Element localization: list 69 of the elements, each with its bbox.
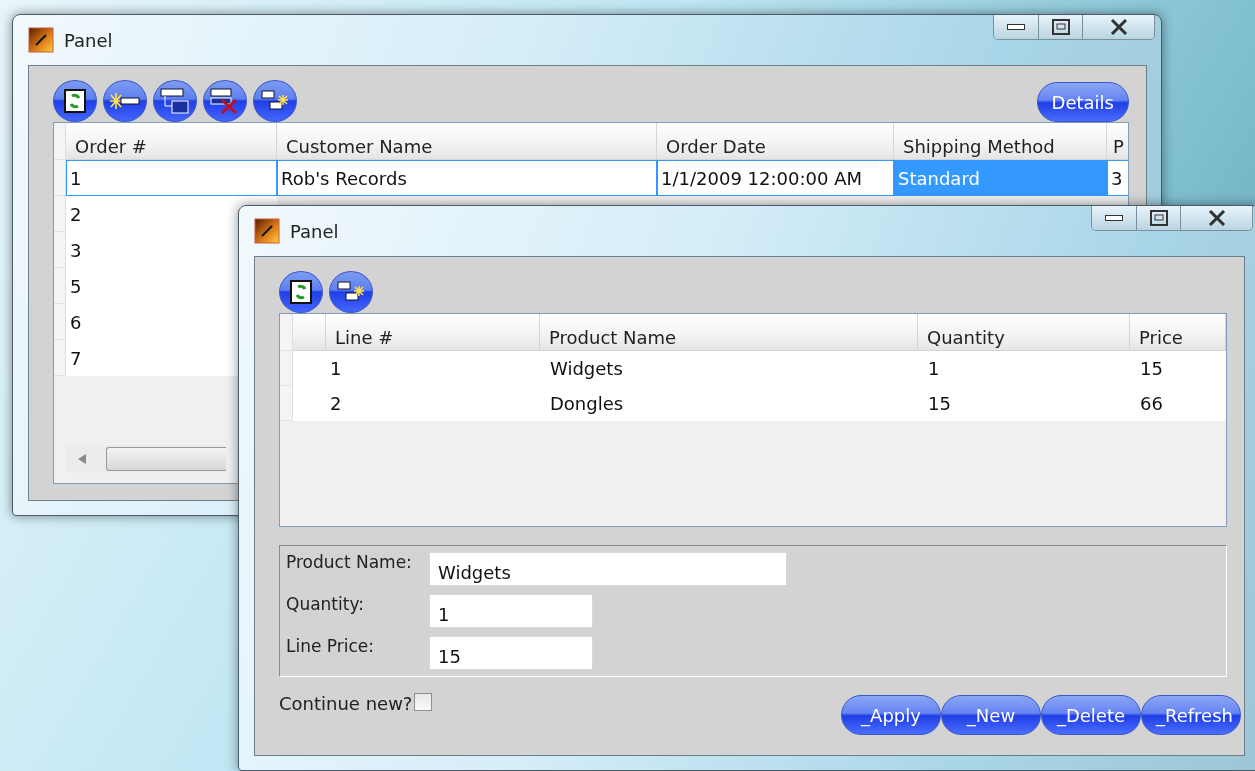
action-button[interactable]: _Apply	[841, 695, 941, 735]
checkbox-label: Continue new?	[279, 693, 413, 714]
field-label: Line Price:	[286, 636, 376, 656]
table-cell: 3	[1107, 160, 1128, 196]
input-field[interactable]: 1	[429, 594, 593, 628]
close-icon	[1109, 19, 1128, 35]
column-header[interactable]: Line #	[326, 314, 540, 351]
table-cell: 1/1/2009 12:00:00 AM	[657, 160, 894, 196]
window-title: Panel	[64, 29, 114, 51]
field-label: Product Name:	[286, 552, 413, 572]
table-cell: Widgets	[540, 351, 918, 386]
maximize-icon	[1051, 19, 1070, 35]
column-header[interactable]: Price	[1130, 314, 1226, 351]
table-cell: 15	[918, 386, 1130, 421]
details-button[interactable]: Details	[1036, 82, 1129, 122]
checkbox[interactable]	[414, 693, 433, 711]
app-icon	[254, 218, 280, 244]
action-button[interactable]: _Delete	[1041, 695, 1141, 735]
refresh-icon	[290, 280, 312, 304]
table-cell: 2	[326, 386, 540, 421]
app-icon	[28, 27, 54, 53]
toolbar-button[interactable]	[253, 80, 297, 122]
table-cell: 1	[918, 351, 1130, 386]
toolbar-button[interactable]	[329, 271, 373, 313]
toolbar-button[interactable]	[279, 271, 323, 313]
column-header[interactable]: Product Name	[540, 314, 918, 351]
table-cell: Standard	[894, 160, 1107, 196]
maximize-button[interactable]	[1136, 206, 1180, 230]
input-field[interactable]: 15	[429, 636, 593, 670]
copy-rows-icon	[337, 280, 365, 304]
delete-row-icon	[210, 88, 240, 114]
input-field[interactable]: Widgets	[429, 552, 787, 586]
action-button[interactable]: _Refresh	[1141, 695, 1241, 735]
window-title: Panel	[290, 220, 340, 242]
column-header[interactable]: Shipping Method	[894, 123, 1107, 160]
table-cell: Rob's Records	[277, 160, 657, 196]
refresh-icon	[64, 89, 86, 113]
close-icon	[1207, 210, 1226, 226]
toolbar-button[interactable]	[53, 80, 97, 122]
maximize-icon	[1149, 210, 1168, 226]
minimize-icon	[1007, 24, 1025, 30]
column-header	[293, 314, 326, 351]
column-header[interactable]: P	[1107, 123, 1128, 160]
close-button[interactable]	[1082, 15, 1154, 39]
maximize-button[interactable]	[1038, 15, 1082, 39]
table-form-icon	[160, 88, 190, 114]
field-label: Quantity:	[286, 594, 365, 614]
minimize-button[interactable]	[1092, 206, 1136, 230]
scrollbar-thumb[interactable]	[105, 447, 226, 471]
close-button[interactable]	[1180, 206, 1252, 230]
minimize-button[interactable]	[994, 15, 1038, 39]
table-cell: 15	[1130, 351, 1226, 386]
table-cell: Dongles	[540, 386, 918, 421]
copy-rows-icon	[261, 89, 289, 113]
horizontal-scrollbar[interactable]	[66, 445, 226, 473]
table-cell: 1	[326, 351, 540, 386]
table-cell: 1	[66, 160, 277, 196]
scroll-left-icon	[78, 454, 86, 464]
toolbar-button[interactable]	[153, 80, 197, 122]
column-header[interactable]: Order #	[66, 123, 277, 160]
sparkle-row-icon	[110, 92, 140, 110]
column-header[interactable]: Customer Name	[277, 123, 657, 160]
column-header[interactable]: Quantity	[918, 314, 1130, 351]
action-button[interactable]: _New	[941, 695, 1041, 735]
column-header[interactable]: Order Date	[657, 123, 894, 160]
toolbar-button[interactable]	[203, 80, 247, 122]
minimize-icon	[1105, 215, 1123, 221]
toolbar-button[interactable]	[103, 80, 147, 122]
table-cell: 66	[1130, 386, 1226, 421]
